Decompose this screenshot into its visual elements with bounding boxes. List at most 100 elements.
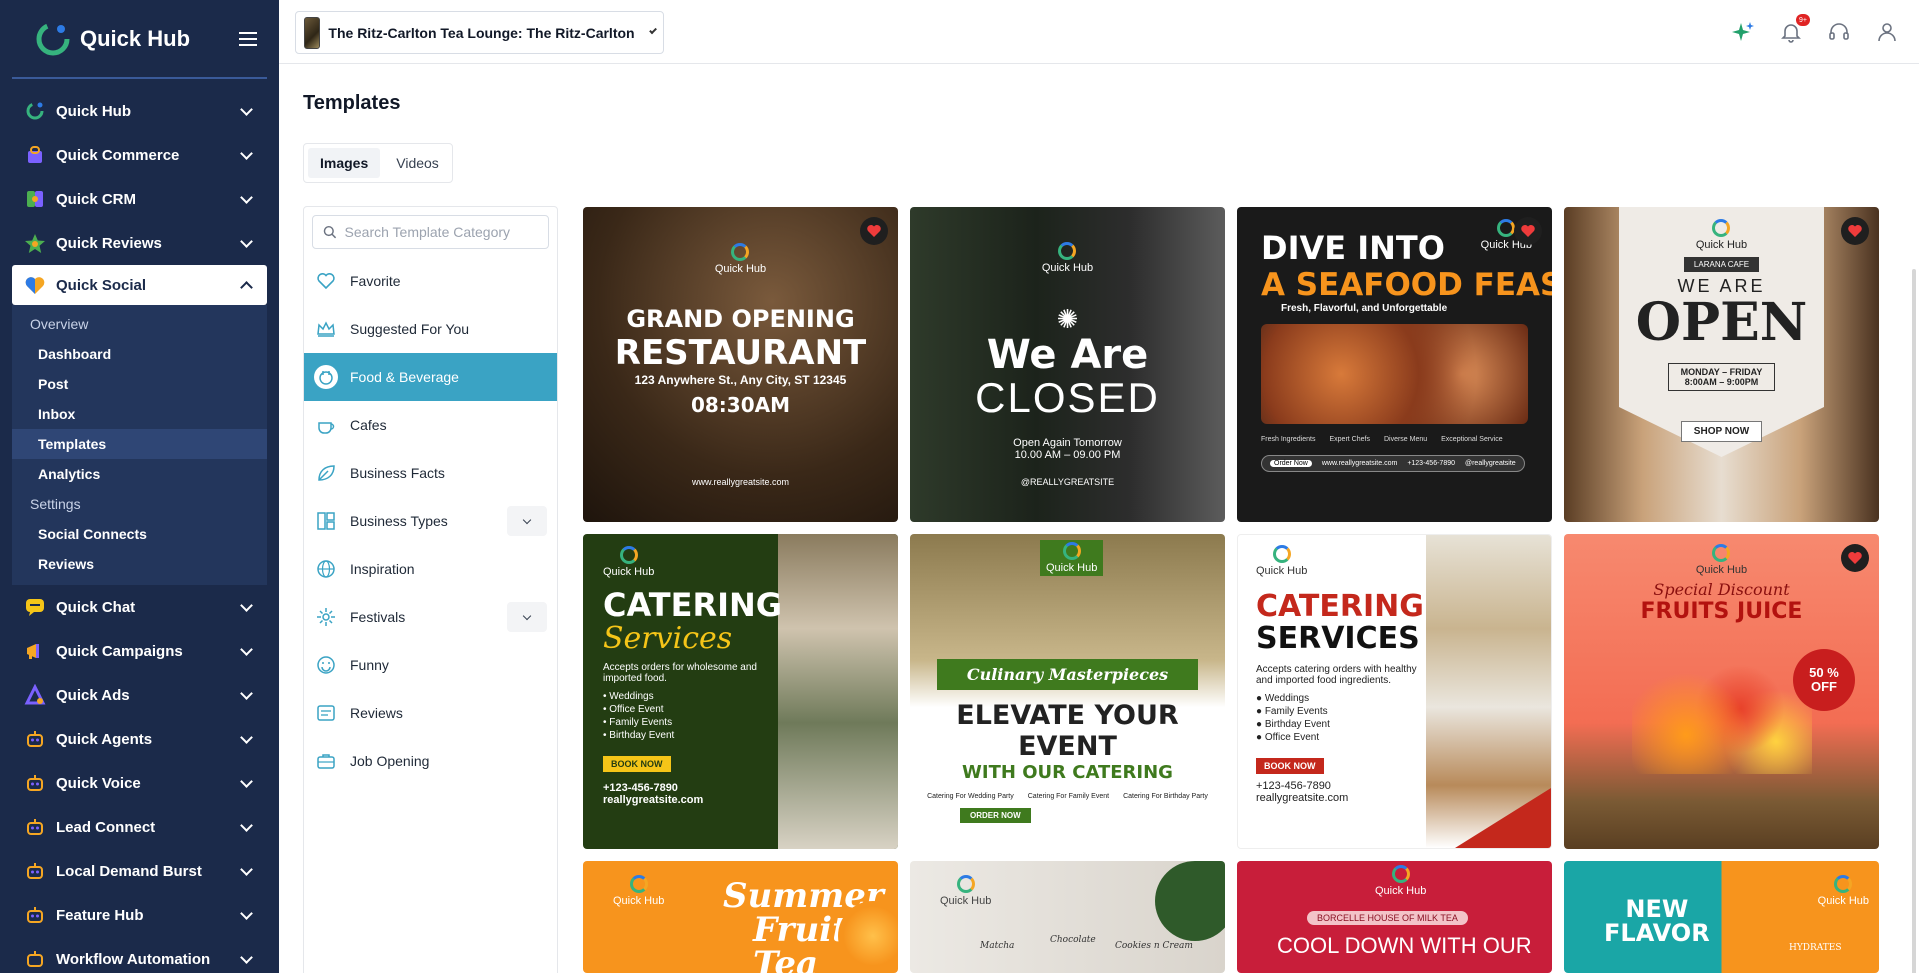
template-card-new-flavor[interactable]: NEW FLAVOR Quick Hub HYDRATES — [1564, 861, 1879, 973]
template-card-grand-opening[interactable]: Quick Hub GRAND OPENING RESTAURANT 123 A… — [583, 207, 898, 522]
template-text: Open Again Tomorrow — [1013, 437, 1122, 450]
leaf-decoration — [1155, 861, 1225, 941]
template-card-we-are-closed[interactable]: Quick Hub ✺ We Are CLOSED Open Again Tom… — [910, 207, 1225, 522]
template-card-culinary-masterpieces[interactable]: Culinary Masterpieces ELEVATE YOUR EVENT… — [910, 534, 1225, 849]
sidebar-item-label: Lead Connect — [56, 818, 156, 836]
template-text: A SEAFOOD FEAST — [1261, 267, 1552, 303]
sidebar-item-quick-reviews[interactable]: Quick Reviews — [12, 221, 267, 265]
chevron-down-icon — [240, 146, 253, 160]
heart-icon — [314, 269, 338, 293]
submenu-item-reviews[interactable]: Reviews — [12, 549, 267, 579]
leaf-icon — [314, 461, 338, 485]
page-title: Templates — [303, 92, 401, 114]
sidebar-item-quick-ads[interactable]: Quick Ads — [12, 673, 267, 717]
category-label: Suggested For You — [350, 321, 470, 337]
template-text: CLOSED — [975, 373, 1160, 421]
brand-logo-link[interactable]: Quick Hub — [34, 20, 190, 58]
sparkle-icon — [1732, 22, 1754, 41]
template-text: 08:30AM — [690, 392, 791, 417]
template-text: GRAND OPENING — [626, 304, 855, 333]
submenu-item-templates[interactable]: Templates — [12, 429, 267, 459]
favorite-toggle[interactable] — [1514, 217, 1542, 245]
brand-name: Quick Hub — [80, 25, 191, 51]
tab-videos[interactable]: Videos — [384, 148, 451, 178]
template-text: BOOK NOW — [1256, 758, 1324, 774]
category-item-reviews[interactable]: Reviews — [304, 689, 557, 737]
expand-festivals-button[interactable] — [507, 602, 547, 632]
menu-toggle-icon[interactable] — [239, 31, 257, 46]
quick-social-submenu: Overview Dashboard Post Inbox Templates … — [12, 305, 267, 585]
template-text: NEW FLAVOR — [1604, 895, 1710, 947]
profile-button[interactable] — [1875, 20, 1899, 44]
burst-icon — [27, 863, 43, 879]
sidebar-item-quick-hub[interactable]: Quick Hub — [12, 89, 267, 133]
category-item-job-opening[interactable]: Job Opening — [304, 737, 557, 785]
sidebar-item-quick-commerce[interactable]: Quick Commerce — [12, 133, 267, 177]
expand-business-types-button[interactable] — [507, 506, 547, 536]
template-text: RESTAURANT — [614, 332, 867, 373]
page-scrollbar[interactable] — [1912, 269, 1916, 973]
template-card-seafood-feast[interactable]: DIVE INTO A SEAFOOD FEAST Fresh, Flavorf… — [1237, 207, 1552, 522]
sidebar-item-quick-social[interactable]: Quick Social — [12, 265, 267, 305]
submenu-item-inbox[interactable]: Inbox — [12, 399, 267, 429]
category-item-festivals[interactable]: Festivals — [304, 593, 557, 641]
category-item-cafes[interactable]: Cafes — [304, 401, 557, 449]
submenu-item-dashboard[interactable]: Dashboard — [12, 339, 267, 369]
template-card-catering-services-red[interactable]: Quick Hub CATERING SERVICES Accepts cate… — [1237, 534, 1552, 849]
category-item-business-types[interactable]: Business Types — [304, 497, 557, 545]
submenu-item-analytics[interactable]: Analytics — [12, 459, 267, 489]
sidebar-item-feature-hub[interactable]: Feature Hub — [12, 893, 267, 937]
chevron-down-icon — [240, 598, 253, 612]
template-text: reallygreatsite.com — [603, 794, 704, 806]
submenu-heading-settings: Settings — [30, 496, 81, 512]
category-search-input[interactable] — [344, 224, 538, 240]
sidebar-item-lead-connect[interactable]: Lead Connect — [12, 805, 267, 849]
sidebar-item-quick-chat[interactable]: Quick Chat — [12, 585, 267, 629]
template-card-catering-services-green[interactable]: Quick Hub CATERING Services Accepts orde… — [583, 534, 898, 849]
location-selector[interactable]: The Ritz-Carlton Tea Lounge: The Ritz-Ca… — [295, 11, 664, 54]
template-card-summer-fruit-tea[interactable]: Quick Hub Summer Fruit Tea — [583, 861, 898, 973]
sidebar-item-quick-crm[interactable]: Quick CRM — [12, 177, 267, 221]
category-item-suggested[interactable]: Suggested For You — [304, 305, 557, 353]
submenu-item-social-connects[interactable]: Social Connects — [12, 519, 267, 549]
user-icon — [1878, 23, 1896, 42]
favorite-toggle[interactable] — [860, 217, 888, 245]
quick-hub-watermark: Quick Hub — [1042, 241, 1093, 274]
sidebar-item-quick-voice[interactable]: Quick Voice — [12, 761, 267, 805]
template-card-milk-tea-flavors[interactable]: Quick Hub Matcha Chocolate Cookies n Cre… — [910, 861, 1225, 973]
lead-icon — [27, 819, 43, 835]
favorite-toggle[interactable] — [1841, 544, 1869, 572]
category-item-funny[interactable]: Funny — [304, 641, 557, 689]
category-label: Funny — [350, 657, 389, 673]
support-button[interactable] — [1827, 20, 1851, 44]
category-item-favorite[interactable]: Favorite — [304, 257, 557, 305]
sidebar-item-quick-campaigns[interactable]: Quick Campaigns — [12, 629, 267, 673]
favorite-toggle[interactable] — [1841, 217, 1869, 245]
category-item-business-facts[interactable]: Business Facts — [304, 449, 557, 497]
tab-images[interactable]: Images — [308, 148, 381, 178]
workflow-icon — [27, 951, 43, 967]
chevron-down-icon — [648, 26, 657, 35]
ai-sparkle-button[interactable] — [1731, 20, 1755, 44]
sidebar-item-local-demand-burst[interactable]: Local Demand Burst — [12, 849, 267, 893]
submenu-item-post[interactable]: Post — [12, 369, 267, 399]
crm-icon — [27, 191, 43, 207]
bullet-list: • Weddings • Office Event • Family Events •… — [603, 691, 675, 741]
category-item-food-beverage[interactable]: Food & Beverage — [304, 353, 557, 401]
chevron-down-icon — [240, 862, 253, 876]
template-card-we-are-open[interactable]: Quick Hub LARANA CAFE WE ARE OPEN MONDAY… — [1564, 207, 1879, 522]
category-label: Favorite — [350, 273, 401, 289]
layout-icon — [314, 509, 338, 533]
robot-icon — [27, 731, 43, 747]
food-image — [1261, 324, 1528, 424]
template-text: CATERING — [1256, 589, 1424, 624]
template-card-borcelle-milk-tea[interactable]: Quick Hub BORCELLE HOUSE OF MILK TEA COO… — [1237, 861, 1552, 973]
sidebar-item-workflow-automation[interactable]: Workflow Automation — [12, 937, 267, 973]
sidebar-item-quick-agents[interactable]: Quick Agents — [12, 717, 267, 761]
quick-hub-watermark: Quick Hub — [1696, 544, 1747, 576]
category-item-inspiration[interactable]: Inspiration — [304, 545, 557, 593]
sidebar-item-label: Local Demand Burst — [56, 862, 202, 880]
template-card-fruits-juice[interactable]: Quick Hub Special Discount FRUITS JUICE … — [1564, 534, 1879, 849]
template-text: ELEVATE YOUR EVENT — [956, 700, 1179, 762]
notifications-button[interactable]: 9+ — [1779, 14, 1810, 44]
